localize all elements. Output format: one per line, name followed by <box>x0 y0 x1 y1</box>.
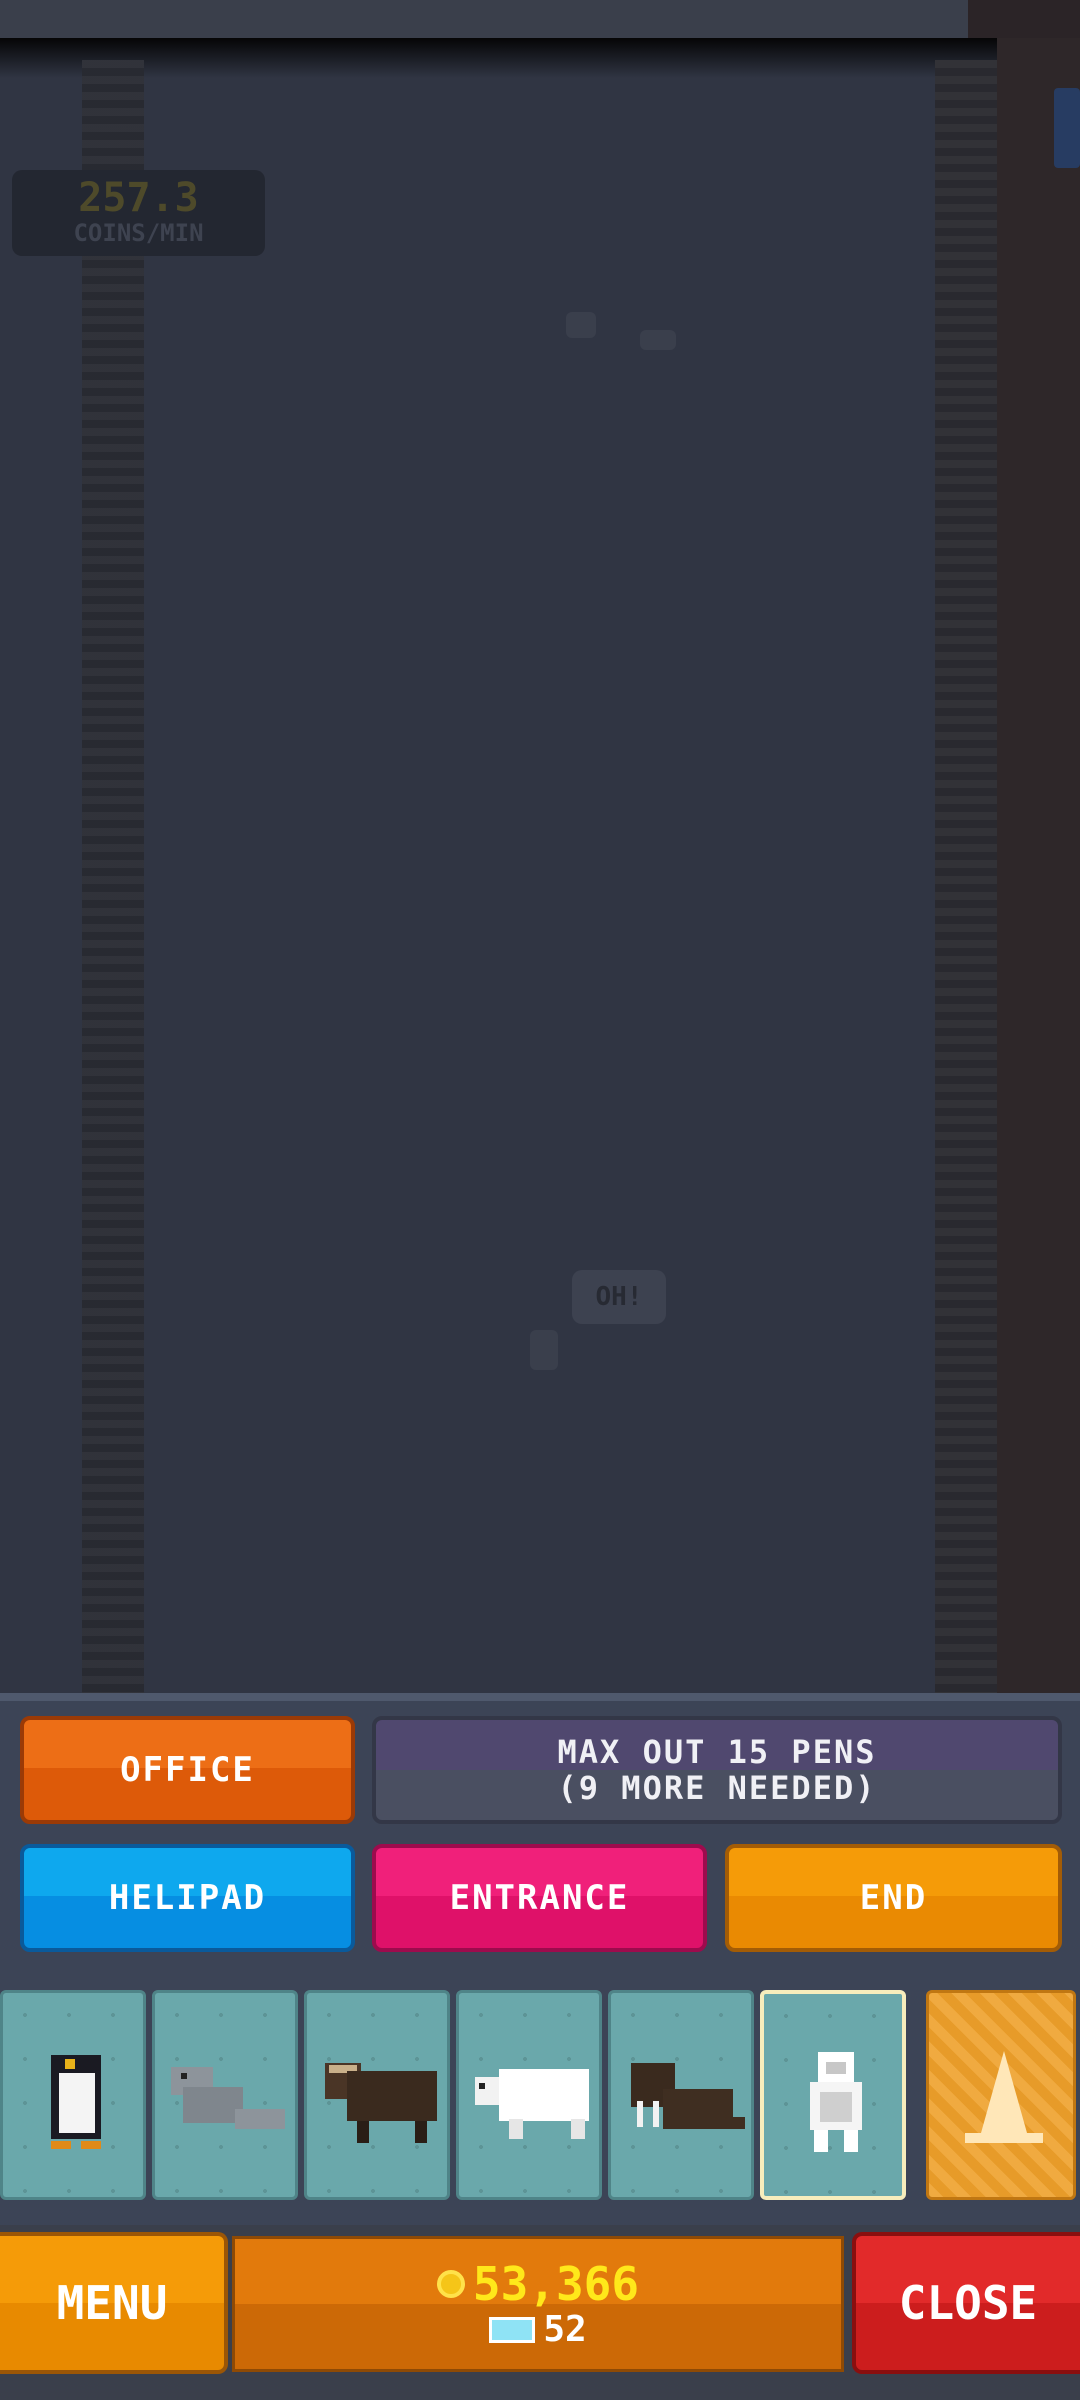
building-edge[interactable] <box>1054 88 1080 168</box>
top-right-corner <box>968 0 1080 38</box>
gem-icon <box>489 2317 536 2343</box>
yeti-icon <box>810 2052 862 2152</box>
slot-cone[interactable] <box>926 1990 1076 2200</box>
right-path <box>935 60 997 1693</box>
seal-icon <box>171 2067 285 2129</box>
musk-ox-icon <box>325 2063 437 2143</box>
coins-value: 53,366 <box>472 2257 640 2311</box>
traffic-cone-icon <box>965 2051 1043 2143</box>
helipad-button[interactable]: HELIPAD <box>20 1844 355 1952</box>
penguin-icon <box>51 2055 101 2149</box>
zoo-field[interactable] <box>0 38 1080 1693</box>
slot-yeti[interactable] <box>760 1990 906 2200</box>
entrance-button[interactable]: ENTRANCE <box>372 1844 707 1952</box>
coins-per-min-label: COINS/MIN <box>73 219 204 247</box>
gems-value: 52 <box>543 2309 587 2350</box>
slot-walrus[interactable] <box>608 1990 754 2200</box>
slot-musk-ox[interactable] <box>304 1990 450 2200</box>
close-button[interactable]: CLOSE <box>852 2232 1080 2374</box>
right-border-area <box>997 38 1080 1693</box>
polar-bear-icon <box>475 2069 589 2139</box>
coins-row: 53,366 <box>436 2257 640 2311</box>
visitor-speech-bubble: OH! <box>572 1270 666 1324</box>
coin-icon <box>436 2270 465 2298</box>
currency-display: 53,366 52 <box>232 2236 844 2372</box>
slot-seal[interactable] <box>152 1990 298 2200</box>
goal-line-1: MAX OUT 15 PENS <box>557 1733 877 1771</box>
top-shadow <box>0 38 1080 78</box>
top-status-bar <box>0 0 1080 38</box>
walrus-icon <box>631 2063 745 2129</box>
goal-banner[interactable]: MAX OUT 15 PENS (9 MORE NEEDED) <box>372 1716 1062 1824</box>
menu-button[interactable]: MENU <box>0 2232 228 2374</box>
panel-top-edge <box>0 1693 1080 1701</box>
gems-row: 52 <box>489 2309 587 2350</box>
coins-per-min-value: 257.3 <box>78 175 199 221</box>
left-path <box>82 60 144 1693</box>
office-button[interactable]: OFFICE <box>20 1716 355 1824</box>
coins-per-min-display: 257.3 COINS/MIN <box>12 170 265 256</box>
slot-polar-bear[interactable] <box>456 1990 602 2200</box>
slot-penguin[interactable] <box>0 1990 146 2200</box>
visitor <box>530 1330 558 1370</box>
critter <box>566 312 596 338</box>
end-button[interactable]: END <box>725 1844 1062 1952</box>
goal-line-2: (9 MORE NEEDED) <box>557 1769 877 1807</box>
critter <box>640 330 676 350</box>
